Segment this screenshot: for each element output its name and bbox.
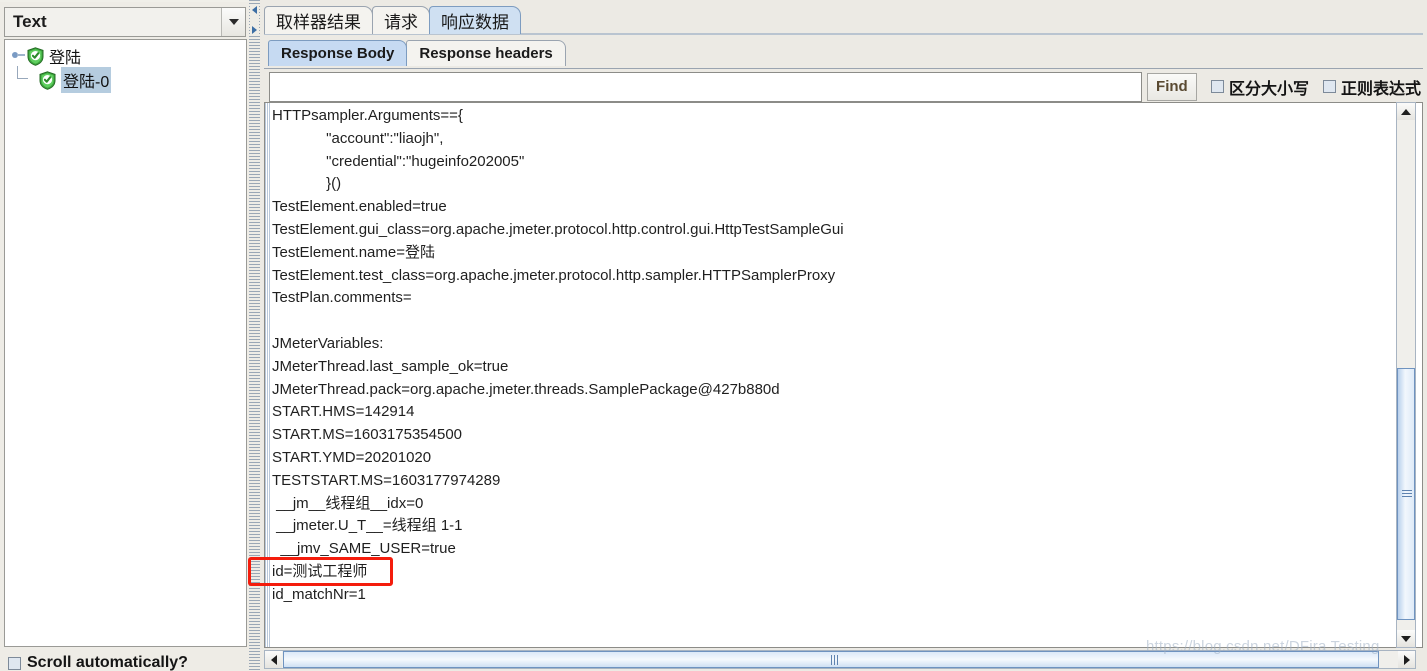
- search-toolbar: Find 区分大小写 正则表达式: [264, 68, 1423, 104]
- find-button[interactable]: Find: [1146, 72, 1197, 101]
- render-type-combobox[interactable]: Text: [4, 7, 246, 37]
- scroll-up-button[interactable]: [1397, 103, 1415, 120]
- case-sensitive-checkbox[interactable]: 区分大小写: [1210, 75, 1309, 99]
- tab-response-headers[interactable]: Response headers: [406, 40, 566, 66]
- green-shield-check-icon: [27, 46, 44, 66]
- tab-sampler-result[interactable]: 取样器结果: [264, 6, 373, 34]
- collapse-right-icon[interactable]: [252, 26, 257, 34]
- case-sensitive-label: 区分大小写: [1228, 80, 1309, 98]
- regex-checkbox[interactable]: 正则表达式: [1322, 75, 1421, 99]
- scroll-down-button[interactable]: [1397, 630, 1415, 647]
- inner-tab-bar: Response Body Response headers: [268, 39, 566, 66]
- search-input[interactable]: [269, 71, 1142, 102]
- chevron-down-glyph: [228, 19, 239, 25]
- tree-branch-line-icon: [17, 66, 35, 88]
- green-shield-check-icon: [39, 70, 56, 90]
- checkbox-box-icon[interactable]: [8, 656, 21, 670]
- response-body-textarea[interactable]: HTTPsampler.Arguments=={ "account":"liao…: [264, 102, 1423, 648]
- tree-node-label-selected: 登陆-0: [61, 67, 112, 93]
- vertical-scrollbar-thumb[interactable]: [1397, 368, 1415, 620]
- split-pane-collapse-arrows[interactable]: [250, 6, 259, 34]
- triangle-down-icon: [1401, 635, 1411, 642]
- triangle-right-icon: [1403, 654, 1410, 665]
- collapse-left-icon[interactable]: [252, 6, 257, 14]
- tree-node-parent[interactable]: 登陆: [5, 44, 246, 68]
- response-body-text: HTTPsampler.Arguments=={ "account":"liao…: [272, 107, 844, 603]
- split-pane-divider[interactable]: [249, 0, 260, 671]
- textarea-left-gutter: [265, 103, 271, 647]
- tree-node-label: 登陆: [49, 50, 82, 67]
- tab-response-data[interactable]: 响应数据: [429, 6, 521, 34]
- tree-expand-handle-icon[interactable]: [11, 49, 25, 63]
- triangle-left-icon: [270, 654, 277, 665]
- results-tree[interactable]: 登陆 登陆-0: [4, 39, 247, 647]
- scroll-automatically-label: Scroll automatically?: [27, 654, 188, 671]
- checkbox-box-icon[interactable]: [1210, 80, 1224, 93]
- chevron-down-icon[interactable]: [221, 8, 245, 36]
- regex-label: 正则表达式: [1340, 80, 1421, 98]
- left-panel: Text 登陆 登陆-0 Scroll automatically?: [0, 0, 249, 671]
- watermark-text: https://blog.csdn.net/DFira Testing: [1146, 638, 1380, 655]
- jmeter-view-results-tree-window: Text 登陆 登陆-0 Scroll automatically? 取样器结果…: [0, 0, 1427, 671]
- outer-tab-bar: 取样器结果 请求 响应数据: [264, 5, 521, 34]
- tab-request[interactable]: 请求: [372, 6, 430, 34]
- tree-node-child[interactable]: 登陆-0: [5, 66, 246, 93]
- checkbox-box-icon[interactable]: [1322, 80, 1336, 93]
- tab-response-body[interactable]: Response Body: [268, 40, 408, 66]
- render-type-combobox-value: Text: [13, 12, 47, 31]
- scroll-left-button[interactable]: [265, 651, 282, 668]
- scroll-automatically-checkbox[interactable]: Scroll automatically?: [8, 654, 188, 671]
- scroll-right-button[interactable]: [1398, 651, 1415, 668]
- triangle-up-icon: [1401, 108, 1411, 115]
- right-panel: 取样器结果 请求 响应数据 Response Body Response hea…: [260, 0, 1427, 671]
- scrollbar-grip-icon: [1402, 490, 1412, 498]
- scrollbar-grip-icon: [831, 655, 839, 665]
- response-body-vertical-scrollbar[interactable]: [1396, 102, 1416, 648]
